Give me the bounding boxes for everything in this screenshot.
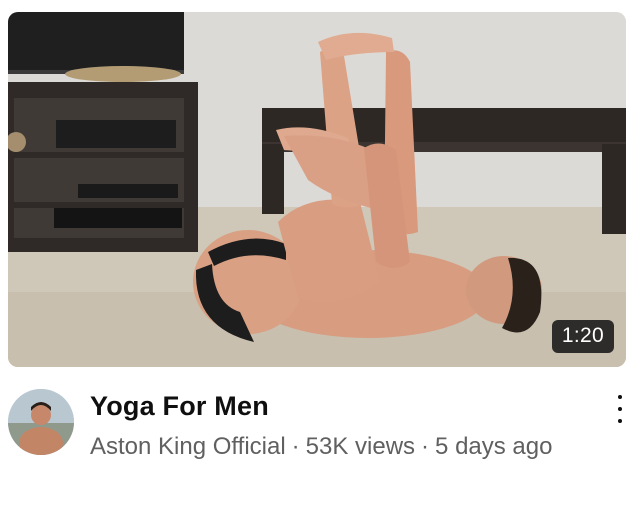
video-title[interactable]: Yoga For Men (90, 391, 269, 422)
dot (618, 407, 622, 411)
more-vertical-icon[interactable] (610, 393, 630, 425)
avatar-image (8, 389, 74, 455)
video-thumbnail[interactable]: 1:20 (8, 12, 626, 367)
meta-separator: · (291, 433, 300, 460)
upload-age: 5 days ago (435, 433, 553, 460)
channel-avatar[interactable] (8, 389, 74, 455)
thumbnail-image (8, 12, 626, 367)
view-count: 53K views (305, 433, 416, 460)
channel-name[interactable]: Aston King Official (90, 433, 286, 460)
video-duration-badge: 1:20 (551, 320, 614, 353)
dot (618, 395, 622, 399)
video-metadata: Aston King Official · 53K views · 5 days ago (90, 431, 590, 463)
meta-separator: · (421, 433, 430, 460)
dot (618, 419, 622, 423)
